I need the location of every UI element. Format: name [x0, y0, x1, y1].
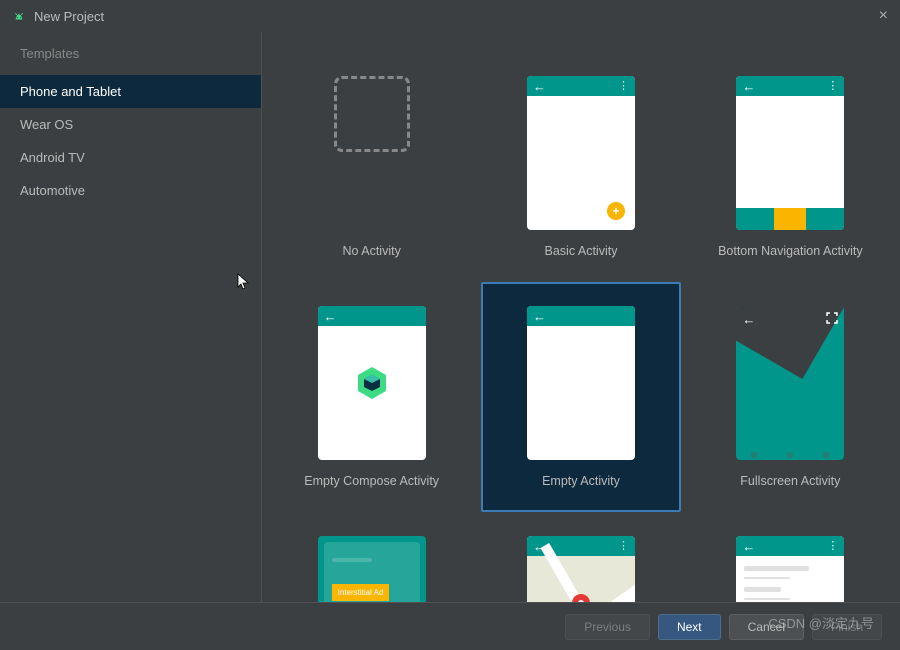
thumbnail: ← ⋮ +	[527, 76, 635, 230]
template-empty-compose[interactable]: ← Empty Compose Activity	[272, 282, 471, 512]
template-label: Basic Activity	[545, 244, 618, 258]
back-arrow-icon: ←	[742, 312, 755, 327]
fullscreen-icon	[826, 312, 838, 324]
window-title: New Project	[34, 9, 879, 24]
template-label: Empty Compose Activity	[304, 474, 439, 488]
bottom-nav-icon	[736, 208, 844, 230]
template-empty-activity[interactable]: ← Empty Activity	[481, 282, 680, 512]
thumbnail: ←⋮	[527, 536, 635, 602]
template-basic-activity[interactable]: ← ⋮ + Basic Activity	[481, 52, 680, 282]
template-label: Fullscreen Activity	[740, 474, 840, 488]
more-icon: ⋮	[618, 544, 629, 548]
sidebar-item-label: Wear OS	[20, 117, 73, 132]
sidebar-item-label: Phone and Tablet	[20, 84, 121, 99]
titlebar: New Project ×	[0, 0, 900, 32]
back-arrow-icon: ←	[742, 539, 755, 554]
template-grid: No Activity ←⋮ + Basic Activity ←⋮ Botto…	[262, 32, 900, 602]
footer: Previous Next Cancel Finish	[0, 602, 900, 650]
nav-bar-icon	[736, 450, 844, 460]
template-fullscreen-activity[interactable]: ← Fullscreen Activity	[691, 282, 890, 512]
more-icon: ⋮	[618, 84, 629, 88]
ad-tag: Interstitial Ad	[332, 584, 390, 601]
main-area: Templates Phone and Tablet Wear OS Andro…	[0, 32, 900, 602]
sidebar-item-android-tv[interactable]: Android TV	[0, 141, 261, 174]
thumbnail	[318, 76, 426, 230]
sidebar-header: Templates	[0, 46, 261, 75]
template-google-maps[interactable]: ←⋮ Google Maps Activity	[481, 512, 680, 602]
sidebar: Templates Phone and Tablet Wear OS Andro…	[0, 32, 262, 602]
back-arrow-icon: ←	[324, 309, 337, 324]
sidebar-item-phone-tablet[interactable]: Phone and Tablet	[0, 75, 261, 108]
dashed-box-icon	[334, 76, 410, 152]
template-label: Bottom Navigation Activity	[718, 244, 863, 258]
template-interstitial-ad[interactable]: Interstitial Ad Interstitial Ad	[272, 512, 471, 602]
watermark: CSDN @淡定九号	[768, 613, 874, 632]
sidebar-item-automotive[interactable]: Automotive	[0, 174, 261, 207]
back-arrow-icon: ←	[533, 79, 546, 94]
next-button[interactable]: Next	[658, 614, 721, 640]
thumbnail: ←	[736, 306, 844, 460]
template-label: No Activity	[342, 244, 400, 258]
thumbnail: ←	[527, 306, 635, 460]
thumbnail: ←⋮	[736, 76, 844, 230]
back-arrow-icon: ←	[742, 79, 755, 94]
sidebar-item-wear-os[interactable]: Wear OS	[0, 108, 261, 141]
template-label: Empty Activity	[542, 474, 620, 488]
thumbnail: Interstitial Ad	[318, 536, 426, 602]
thumbnail: ←⋮	[736, 536, 844, 602]
fab-icon: +	[607, 202, 625, 220]
template-bottom-navigation[interactable]: ←⋮ Bottom Navigation Activity	[691, 52, 890, 282]
template-login-activity[interactable]: ←⋮ Login Activity	[691, 512, 890, 602]
sidebar-item-label: Automotive	[20, 183, 85, 198]
map-pin-icon	[572, 594, 590, 602]
previous-button: Previous	[565, 614, 650, 640]
template-no-activity[interactable]: No Activity	[272, 52, 471, 282]
sidebar-item-label: Android TV	[20, 150, 85, 165]
more-icon: ⋮	[827, 544, 838, 548]
android-logo-icon	[12, 9, 26, 23]
compose-logo-icon	[352, 363, 392, 403]
back-arrow-icon: ←	[533, 309, 546, 324]
thumbnail: ←	[318, 306, 426, 460]
close-icon[interactable]: ×	[879, 7, 888, 25]
more-icon: ⋮	[827, 84, 838, 88]
